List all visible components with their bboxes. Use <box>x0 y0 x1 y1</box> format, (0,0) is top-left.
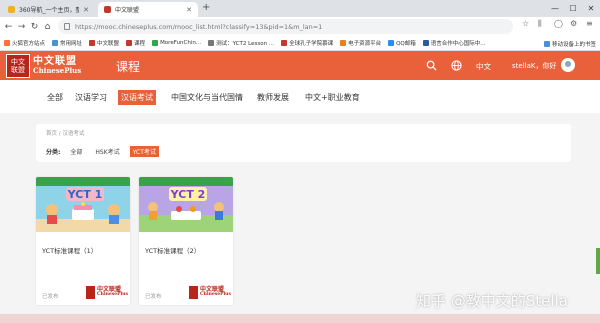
tab-title: 360导航_一个主页，整个世界 <box>19 7 80 14</box>
bookmark-star-icon[interactable]: ☆ <box>522 19 529 28</box>
filter-label: 分类: <box>46 149 61 156</box>
logo-seal-icon: 中文 联盟 <box>6 53 30 78</box>
filter-chip-hsk[interactable]: HSK考试 <box>92 146 122 157</box>
maximize-button[interactable]: ☐ <box>564 0 582 17</box>
brand-seal-icon <box>189 285 198 299</box>
bookmark-icon <box>4 40 10 46</box>
forward-arrow-icon[interactable]: → <box>15 22 28 32</box>
avatar[interactable] <box>561 58 575 72</box>
category-vocational[interactable]: 中文+职业教育 <box>302 90 363 105</box>
logo-text-en: ChinesePlus <box>33 66 82 75</box>
search-icon[interactable] <box>426 60 437 71</box>
category-nav: 全部 汉语学习 汉语考试 中国文化与当代国情 教师发展 中文+职业教育 <box>0 80 600 113</box>
brand-seal-icon <box>86 285 95 299</box>
bookmark-item[interactable]: 语言合作中心国际中... <box>422 39 486 47</box>
course-cover-image: YCT 2 <box>139 177 233 232</box>
bookmark-item[interactable]: 火狐官方站点 <box>4 39 45 47</box>
bookmark-item[interactable]: 中文联盟 <box>89 39 119 47</box>
bookmark-item[interactable]: QQ邮箱 <box>388 39 416 47</box>
site-logo[interactable]: 中文 联盟 中文联盟 ChinesePlus <box>6 53 106 78</box>
menu-icon[interactable]: ≡ <box>586 19 593 28</box>
bookmark-icon <box>208 40 215 46</box>
course-card[interactable]: YCT 1 YCT标准课程（1） 已发布 中文联盟 ChinesePlus <box>36 177 130 305</box>
filter-panel: 首页 / 汉语考试 分类: 全部 HSK考试 YCT考试 <box>36 124 571 162</box>
bookmark-icon <box>340 40 347 46</box>
language-switch[interactable]: 中文 <box>476 61 491 72</box>
bookmark-item[interactable]: MoreFunChin... <box>152 40 201 46</box>
tab-title: 中文联盟 <box>115 7 140 14</box>
course-status: 已发布 <box>42 294 59 300</box>
course-card[interactable]: YCT 2 YCT标准课程（2） 已发布 中文联盟 ChinesePlus <box>139 177 233 305</box>
bookmark-icon <box>281 40 288 46</box>
cover-label: YCT 1 <box>67 188 103 201</box>
new-tab-button[interactable]: + <box>202 2 210 13</box>
tab-favicon-icon <box>8 6 15 13</box>
brand-text-en: ChinesePlus <box>200 291 231 297</box>
folder-icon <box>543 40 550 47</box>
back-arrow-icon[interactable]: ← <box>2 22 15 32</box>
tab-favicon-icon <box>104 6 111 13</box>
user-greeting[interactable]: stellaK，你好 <box>512 61 556 71</box>
cover-label: YCT 2 <box>170 188 206 201</box>
category-culture[interactable]: 中国文化与当代国情 <box>168 90 246 105</box>
close-window-button[interactable]: ✕ <box>582 0 600 17</box>
category-chinese-learning[interactable]: 汉语学习 <box>72 90 110 105</box>
tab-close-icon[interactable]: ✕ <box>186 6 192 14</box>
globe-icon[interactable] <box>451 60 462 71</box>
reload-icon[interactable]: ↻ <box>28 22 41 32</box>
home-icon[interactable]: ⌂ <box>41 22 54 32</box>
category-all[interactable]: 全部 <box>44 90 66 105</box>
lock-icon <box>64 23 70 30</box>
filter-chip-all[interactable]: 全部 <box>67 146 85 157</box>
bookmark-item[interactable]: 电子资源平台 <box>340 39 381 47</box>
browser-tab-bar: 360导航_一个主页，整个世界 ✕ 中文联盟 ✕ + — ☐ ✕ <box>0 0 600 17</box>
folder-icon <box>52 40 59 46</box>
mobile-bookmarks[interactable]: 移动设备上的书签 <box>543 36 596 51</box>
bookmark-icon <box>152 40 159 46</box>
bookmark-icon <box>89 40 96 46</box>
page-title: 课程 <box>116 60 141 74</box>
url-text: https://mooc.chineseplus.com/mooc_list.h… <box>75 22 323 31</box>
brand-text-en: ChinesePlus <box>97 291 128 297</box>
bottom-strip <box>0 314 600 323</box>
browser-tab-360[interactable]: 360导航_一个主页，整个世界 ✕ <box>2 2 95 17</box>
course-title[interactable]: YCT标准课程（1） <box>42 245 97 255</box>
bookmark-item[interactable]: 测试：YCT2 Lesson ... <box>208 39 274 47</box>
bookmark-icon <box>422 40 429 46</box>
browser-tab-chineseplus[interactable]: 中文联盟 ✕ <box>98 2 198 17</box>
minimize-button[interactable]: — <box>546 0 564 17</box>
bookmark-item[interactable]: 课程 <box>126 39 145 47</box>
course-status: 已发布 <box>145 294 162 300</box>
scrollbar-thumb[interactable] <box>596 248 600 274</box>
bookmark-item[interactable]: 全球孔子学院慕课 <box>281 39 333 47</box>
address-bar[interactable]: https://mooc.chineseplus.com/mooc_list.h… <box>58 19 513 34</box>
tab-close-icon[interactable]: ✕ <box>83 6 89 14</box>
card-brand-logo: 中文联盟 ChinesePlus <box>86 284 128 300</box>
account-icon[interactable]: ◯ <box>554 19 563 28</box>
course-cover-image: YCT 1 <box>36 177 130 232</box>
category-teacher-development[interactable]: 教师发展 <box>254 90 292 105</box>
bookmark-icon <box>126 40 133 46</box>
watermark: 知乎 @教中文的Stella <box>416 292 568 310</box>
browser-nav-bar: ← → ↻ ⌂ https://mooc.chineseplus.com/moo… <box>0 17 600 36</box>
category-chinese-exam[interactable]: 汉语考试 <box>118 90 156 105</box>
extensions-icon[interactable]: ⚙ <box>570 19 577 28</box>
bookmark-item[interactable]: 常用网址 <box>52 39 82 47</box>
bookmarks-bar: 火狐官方站点 常用网址 中文联盟 课程 MoreFunChin... 测试：YC… <box>0 36 600 51</box>
course-title[interactable]: YCT标准课程（2） <box>145 245 200 255</box>
filter-row: 分类: 全部 HSK考试 YCT考试 <box>46 146 159 157</box>
filter-chip-yct[interactable]: YCT考试 <box>129 146 159 157</box>
library-icon[interactable]: ⫼ <box>538 19 542 29</box>
breadcrumb: 首页 / 汉语考试 <box>46 131 85 137</box>
bookmark-icon <box>388 40 395 46</box>
site-header: 中文 联盟 中文联盟 ChinesePlus 课程 中文 stellaK，你好 <box>0 51 600 80</box>
card-brand-logo: 中文联盟 ChinesePlus <box>189 284 231 300</box>
